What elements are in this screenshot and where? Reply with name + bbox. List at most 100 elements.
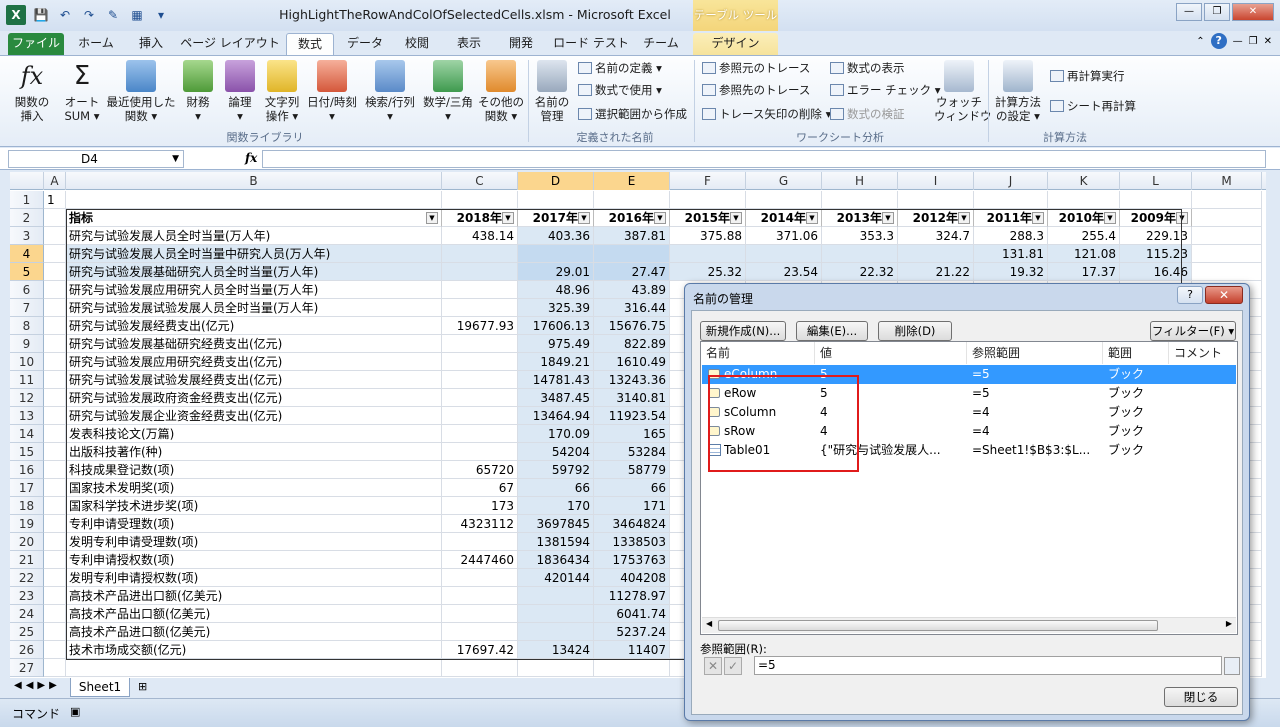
cell-b10[interactable]: 研究与试验发展应用研究经费支出(亿元) bbox=[66, 353, 442, 371]
filter-dropdown-icon[interactable]: ▼ bbox=[806, 212, 818, 224]
cell-c18[interactable]: 173 bbox=[442, 497, 518, 515]
scroll-left-icon[interactable]: ◀ bbox=[706, 619, 712, 628]
cell-c21[interactable]: 2447460 bbox=[442, 551, 518, 569]
row-header-23[interactable]: 23 bbox=[10, 587, 44, 605]
cell-d9[interactable]: 975.49 bbox=[518, 335, 594, 353]
cell-e24[interactable]: 6041.74 bbox=[594, 605, 670, 623]
calculation-options-button[interactable]: 計算方法 の設定 ▾ bbox=[990, 60, 1046, 123]
col-header-scope[interactable]: 範囲 bbox=[1103, 342, 1169, 364]
cell-d2[interactable]: 2017年 ▼ bbox=[518, 209, 594, 227]
cell-m4[interactable] bbox=[1192, 245, 1262, 263]
cell-c24[interactable] bbox=[442, 605, 518, 623]
cell-c11[interactable] bbox=[442, 371, 518, 389]
row-header-12[interactable]: 12 bbox=[10, 389, 44, 407]
row-header-9[interactable]: 9 bbox=[10, 335, 44, 353]
cell-h5[interactable]: 22.32 bbox=[822, 263, 898, 281]
column-header-m[interactable]: M bbox=[1192, 172, 1262, 190]
col-header-refers-to[interactable]: 参照範囲 bbox=[967, 342, 1103, 364]
cell-e11[interactable]: 13243.36 bbox=[594, 371, 670, 389]
tab-page-layout[interactable]: ページ レイアウト bbox=[180, 33, 280, 55]
cell-j5[interactable]: 19.32 bbox=[974, 263, 1048, 281]
cell-a27[interactable] bbox=[44, 659, 66, 677]
cell-f2[interactable]: 2015年 ▼ bbox=[670, 209, 746, 227]
cell-e15[interactable]: 53284 bbox=[594, 443, 670, 461]
cell-b27[interactable] bbox=[66, 659, 442, 677]
cell-e25[interactable]: 5237.24 bbox=[594, 623, 670, 641]
save-icon[interactable]: 💾 bbox=[32, 6, 50, 24]
create-from-selection-button[interactable]: 選択範囲から作成 bbox=[578, 106, 687, 122]
cell-e16[interactable]: 58779 bbox=[594, 461, 670, 479]
insert-function-button[interactable]: fx 関数の 挿入 bbox=[8, 60, 56, 123]
cell-a19[interactable] bbox=[44, 515, 66, 533]
filter-dropdown-icon[interactable]: ▼ bbox=[502, 212, 514, 224]
cell-b24[interactable]: 高技术产品出口额(亿美元) bbox=[66, 605, 442, 623]
cell-c19[interactable]: 4323112 bbox=[442, 515, 518, 533]
format-painter-icon[interactable]: ✎ bbox=[104, 6, 122, 24]
cell-b4[interactable]: 研究与试验发展人员全时当量中研究人员(万人年) bbox=[66, 245, 442, 263]
filter-dropdown-icon[interactable]: ▼ bbox=[1032, 212, 1044, 224]
cell-e18[interactable]: 171 bbox=[594, 497, 670, 515]
cell-d11[interactable]: 14781.43 bbox=[518, 371, 594, 389]
cell-b22[interactable]: 发明专利申请授权数(项) bbox=[66, 569, 442, 587]
cell-c1[interactable] bbox=[442, 191, 518, 209]
tab-developer[interactable]: 開発 bbox=[498, 33, 544, 55]
cell-c23[interactable] bbox=[442, 587, 518, 605]
cell-a13[interactable] bbox=[44, 407, 66, 425]
cell-a8[interactable] bbox=[44, 317, 66, 335]
cell-c14[interactable] bbox=[442, 425, 518, 443]
cell-c25[interactable] bbox=[442, 623, 518, 641]
column-header-b[interactable]: B bbox=[66, 172, 442, 190]
cell-b23[interactable]: 高技术产品进出口额(亿美元) bbox=[66, 587, 442, 605]
define-name-button[interactable]: 名前の定義 ▾ bbox=[578, 60, 662, 76]
cell-a2[interactable] bbox=[44, 209, 66, 227]
cell-e17[interactable]: 66 bbox=[594, 479, 670, 497]
cell-e10[interactable]: 1610.49 bbox=[594, 353, 670, 371]
cell-f5[interactable]: 25.32 bbox=[670, 263, 746, 281]
tab-formulas[interactable]: 数式 bbox=[286, 33, 334, 55]
cell-j2[interactable]: 2011年 ▼ bbox=[974, 209, 1048, 227]
column-header-l[interactable]: L bbox=[1120, 172, 1192, 190]
filter-dropdown-icon[interactable]: ▼ bbox=[426, 212, 438, 224]
row-header-17[interactable]: 17 bbox=[10, 479, 44, 497]
cell-c17[interactable]: 67 bbox=[442, 479, 518, 497]
cell-c20[interactable] bbox=[442, 533, 518, 551]
cell-d23[interactable] bbox=[518, 587, 594, 605]
chevron-down-icon[interactable]: ▼ bbox=[172, 151, 179, 167]
cell-c8[interactable]: 19677.93 bbox=[442, 317, 518, 335]
cell-b3[interactable]: 研究与试验发展人员全时当量(万人年) bbox=[66, 227, 442, 245]
cell-f3[interactable]: 375.88 bbox=[670, 227, 746, 245]
cell-g2[interactable]: 2014年 ▼ bbox=[746, 209, 822, 227]
cell-j1[interactable] bbox=[974, 191, 1048, 209]
cell-b1[interactable] bbox=[66, 191, 442, 209]
refers-to-input[interactable]: =5 bbox=[754, 656, 1222, 675]
text-button[interactable]: 文字列 操作 ▾ bbox=[262, 60, 302, 123]
cell-e20[interactable]: 1338503 bbox=[594, 533, 670, 551]
cell-d22[interactable]: 420144 bbox=[518, 569, 594, 587]
row-header-10[interactable]: 10 bbox=[10, 353, 44, 371]
cell-b13[interactable]: 研究与试验发展企业资金经费支出(亿元) bbox=[66, 407, 442, 425]
col-header-value[interactable]: 値 bbox=[815, 342, 967, 364]
row-header-7[interactable]: 7 bbox=[10, 299, 44, 317]
cell-c6[interactable] bbox=[442, 281, 518, 299]
cell-b18[interactable]: 国家科学技术进步奖(项) bbox=[66, 497, 442, 515]
math-trig-button[interactable]: 数学/三角 ▾ bbox=[420, 60, 476, 123]
close-dialog-button[interactable]: 閉じる bbox=[1164, 687, 1238, 707]
cell-l3[interactable]: 229.13 bbox=[1120, 227, 1192, 245]
filter-dropdown-icon[interactable]: ▼ bbox=[1176, 212, 1188, 224]
cell-e13[interactable]: 11923.54 bbox=[594, 407, 670, 425]
cell-c16[interactable]: 65720 bbox=[442, 461, 518, 479]
cell-h3[interactable]: 353.3 bbox=[822, 227, 898, 245]
filter-dropdown-icon[interactable]: ▼ bbox=[578, 212, 590, 224]
filter-dropdown-icon[interactable]: ▼ bbox=[882, 212, 894, 224]
customize-qat-icon[interactable]: ▾ bbox=[152, 6, 170, 24]
cell-d26[interactable]: 13424 bbox=[518, 641, 594, 659]
watch-window-button[interactable]: ウォッチ ウィンドウ bbox=[934, 60, 992, 123]
cell-i1[interactable] bbox=[898, 191, 974, 209]
cell-a4[interactable] bbox=[44, 245, 66, 263]
horizontal-scrollbar[interactable]: ◀ ▶ bbox=[702, 617, 1236, 633]
cell-g3[interactable]: 371.06 bbox=[746, 227, 822, 245]
row-header-5[interactable]: 5 bbox=[10, 263, 44, 281]
column-header-f[interactable]: F bbox=[670, 172, 746, 190]
cell-e3[interactable]: 387.81 bbox=[594, 227, 670, 245]
cell-b26[interactable]: 技术市场成交额(亿元) bbox=[66, 641, 442, 659]
